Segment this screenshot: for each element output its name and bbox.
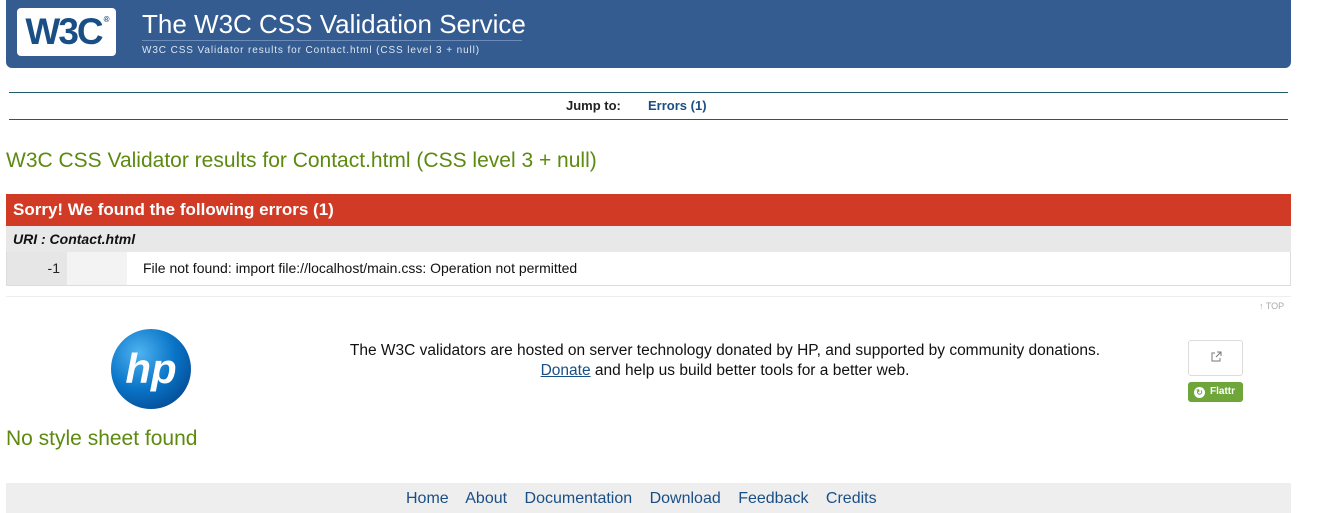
footer-link-feedback[interactable]: Feedback [738, 490, 808, 507]
error-line-number: -1 [7, 252, 67, 285]
footer: Home About Documentation Download Feedba… [6, 483, 1291, 513]
results-divider [6, 296, 1291, 297]
title-divider [142, 40, 522, 41]
flattr-label: Flattr [1210, 386, 1235, 397]
footer-nav: Home About Documentation Download Feedba… [406, 490, 896, 508]
external-link-icon [1211, 351, 1222, 362]
jump-label: Jump to: [566, 98, 621, 113]
errors-banner: Sorry! We found the following errors (1) [6, 194, 1291, 226]
error-message: File not found: import file://localhost/… [143, 260, 578, 276]
footer-link-about[interactable]: About [465, 490, 507, 507]
page-subtitle: W3C CSS Validator results for Contact.ht… [142, 45, 481, 56]
results-heading: W3C CSS Validator results for Contact.ht… [6, 149, 597, 172]
donate-link[interactable]: Donate [541, 362, 591, 379]
jump-nav: Jump to: Errors (1) [0, 97, 1319, 115]
donation-line-1: The W3C validators are hosted on server … [349, 342, 1101, 359]
top-link[interactable]: ↑ TOP [1259, 301, 1284, 311]
hp-logo-text: hp [125, 345, 176, 392]
flattr-icon: ↻ [1194, 387, 1205, 398]
donation-line-2-rest: and help us build better tools for a bet… [590, 362, 910, 379]
footer-link-home[interactable]: Home [406, 490, 449, 507]
footer-link-credits[interactable]: Credits [826, 490, 877, 507]
no-style-sheet-heading: No style sheet found [6, 427, 198, 450]
jump-errors-link[interactable]: Errors (1) [648, 98, 707, 113]
donation-line-2: Donate and help us build better tools fo… [300, 361, 1150, 381]
footer-link-download[interactable]: Download [650, 490, 721, 507]
uri-label: URI : Contact.html [6, 226, 1291, 252]
donation-text: The W3C validators are hosted on server … [300, 341, 1150, 381]
w3c-logo[interactable]: W3C ® [17, 8, 116, 56]
page-title: The W3C CSS Validation Service [142, 9, 526, 39]
header-banner: W3C ® The W3C CSS Validation Service W3C … [6, 0, 1291, 68]
error-row: -1 File not found: import file://localho… [6, 252, 1291, 286]
jump-bottom-rule [9, 119, 1288, 120]
error-context [67, 252, 127, 285]
flattr-counter[interactable] [1188, 340, 1243, 376]
flattr-button[interactable]: ↻ Flattr [1188, 382, 1243, 402]
footer-link-documentation[interactable]: Documentation [525, 490, 633, 507]
jump-top-rule [9, 92, 1288, 93]
hp-logo[interactable]: hp [110, 328, 192, 410]
registered-mark: ® [103, 15, 110, 24]
w3c-logo-text: W3C [25, 11, 103, 52]
